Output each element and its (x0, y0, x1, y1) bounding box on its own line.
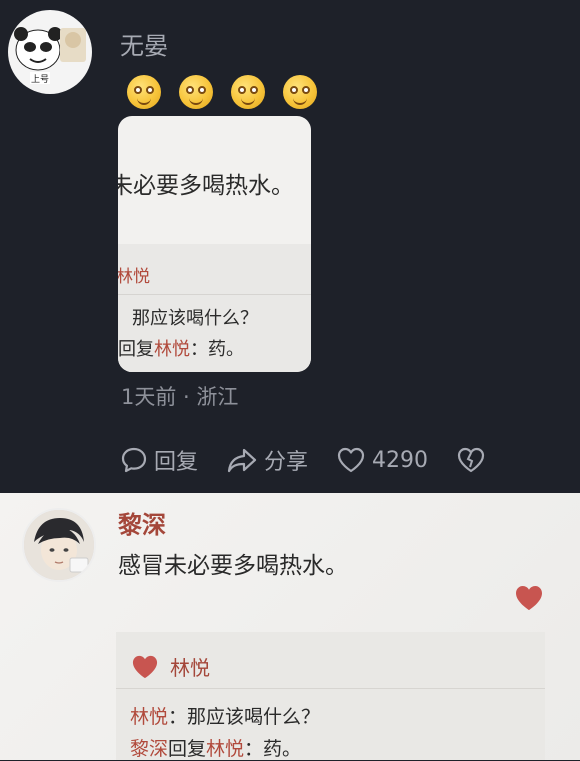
reply-box: 林悦 林悦：那应该喝什么？ 黎深回复林悦：药。 (116, 632, 545, 760)
liker-name[interactable]: 林悦 (170, 652, 210, 681)
like-button[interactable]: 4290 (336, 446, 428, 474)
comment-bubble-icon (121, 447, 147, 473)
heart-filled-icon (516, 586, 542, 610)
smile-emoji-icon (231, 75, 265, 109)
action-bar: 回复 分享 4290 (120, 443, 514, 477)
location: 浙江 (196, 385, 239, 409)
reply-line[interactable]: 林悦：那应该喝什么？ (130, 702, 320, 729)
reply-label: 回复 (154, 450, 199, 475)
avatar[interactable]: 上号 (8, 10, 92, 94)
image-comment-text: 未必要多喝热水。 (118, 173, 294, 199)
image-reply-line-1: 那应该喝什么？ (132, 308, 258, 329)
dislike-button[interactable] (456, 446, 486, 474)
image-reply-line-2: 回复林悦：药。 (118, 339, 244, 360)
image-reply-name: 林悦 (118, 267, 150, 287)
comment-meta: 1天前 · 浙江 (121, 381, 238, 411)
emoji-row (127, 75, 317, 109)
reply-box-header: 林悦 (130, 652, 210, 681)
heart-filled-icon (132, 655, 158, 678)
like-count: 4290 (372, 447, 429, 473)
post-text: 感冒未必要多喝热水。 (118, 553, 348, 579)
svg-text:上号: 上号 (31, 74, 49, 85)
divider (118, 294, 311, 295)
separator: · (176, 385, 197, 409)
post-author-name[interactable]: 黎深 (118, 505, 166, 540)
timestamp: 1天前 (121, 385, 177, 409)
heart-outline-icon (337, 447, 365, 473)
smile-emoji-icon (179, 75, 213, 109)
username[interactable]: 无晏 (120, 26, 168, 61)
attached-image[interactable]: 未必要多喝热水。 林悦 那应该喝什么？ 回复林悦：药。 (118, 116, 311, 372)
post-author-avatar[interactable] (22, 508, 96, 582)
like-button[interactable] (513, 584, 545, 616)
reply-button[interactable]: 回复 (120, 444, 198, 476)
share-button[interactable]: 分享 (226, 444, 308, 476)
smile-emoji-icon (127, 75, 161, 109)
share-arrow-icon (227, 448, 257, 473)
share-label: 分享 (264, 450, 309, 475)
broken-heart-icon (457, 447, 485, 473)
divider (116, 688, 545, 689)
smile-emoji-icon (283, 75, 317, 109)
reply-line[interactable]: 黎深回复林悦：药。 (130, 734, 301, 761)
